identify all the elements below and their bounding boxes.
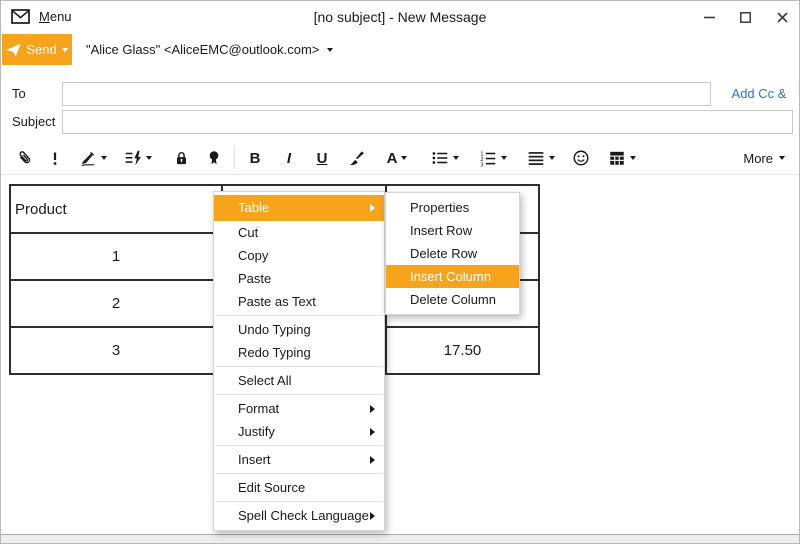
table-cell-product-header[interactable]: Product bbox=[9, 184, 223, 234]
menu-separator bbox=[215, 445, 383, 446]
numbered-list-button[interactable]: 123 bbox=[475, 144, 511, 172]
align-icon bbox=[528, 152, 544, 165]
envelope-icon bbox=[11, 9, 30, 24]
signature-caret bbox=[101, 156, 107, 160]
subject-label: Subject bbox=[12, 114, 56, 129]
bold-button[interactable]: B bbox=[244, 144, 266, 172]
table-cell[interactable]: 2 bbox=[9, 279, 223, 328]
quick-text-button[interactable] bbox=[119, 144, 157, 172]
table-cell[interactable]: 1 bbox=[9, 232, 223, 281]
insert-table-caret bbox=[630, 156, 636, 160]
signature-button[interactable] bbox=[75, 144, 111, 172]
from-account-selector[interactable]: "Alice Glass" <AliceEMC@outlook.com> bbox=[86, 34, 334, 65]
submenu-item-delete-column[interactable]: Delete Column bbox=[386, 288, 519, 311]
lock-icon bbox=[176, 152, 186, 165]
to-input[interactable] bbox=[62, 82, 711, 106]
maximize-icon bbox=[739, 11, 751, 23]
submenu-arrow-icon bbox=[370, 204, 375, 212]
paperclip-icon bbox=[19, 151, 31, 164]
font-caret bbox=[401, 156, 408, 160]
numbered-list-icon: 123 bbox=[480, 151, 496, 167]
close-button[interactable] bbox=[769, 1, 795, 33]
menu-item-paste[interactable]: Paste bbox=[214, 267, 384, 290]
italic-button[interactable]: I bbox=[279, 144, 299, 172]
format-painter-button[interactable] bbox=[344, 144, 368, 172]
alignment-button[interactable] bbox=[523, 144, 559, 172]
from-address: "Alice Glass" <AliceEMC@outlook.com> bbox=[86, 42, 320, 57]
menu-item-insert[interactable]: Insert bbox=[214, 448, 384, 471]
badge-icon bbox=[209, 151, 219, 165]
submenu-arrow-icon bbox=[370, 404, 375, 413]
quick-text-caret bbox=[146, 156, 152, 160]
maximize-button[interactable] bbox=[732, 1, 758, 33]
window-title: [no subject] - New Message bbox=[313, 9, 487, 25]
menu-button[interactable]: Menu bbox=[39, 1, 72, 33]
add-cc-bcc-link[interactable]: Add Cc & Bcc bbox=[719, 82, 799, 125]
quick-text-icon bbox=[125, 150, 141, 166]
submenu-item-insert-column[interactable]: Insert Column bbox=[386, 265, 519, 288]
menu-item-select-all[interactable]: Select All bbox=[214, 369, 384, 392]
menu-separator bbox=[215, 315, 383, 316]
from-dropdown-caret bbox=[327, 47, 334, 52]
submenu-item-delete-row[interactable]: Delete Row bbox=[386, 242, 519, 265]
title-bar: Menu [no subject] - New Message bbox=[1, 1, 799, 33]
menu-item-justify[interactable]: Justify bbox=[214, 420, 384, 443]
menu-separator bbox=[215, 366, 383, 367]
submenu-arrow-icon bbox=[370, 427, 375, 436]
send-dropdown-caret bbox=[61, 47, 68, 52]
emoticon-button[interactable] bbox=[569, 144, 593, 172]
bulleted-list-icon bbox=[432, 152, 448, 164]
certificate-button[interactable] bbox=[203, 144, 225, 172]
send-plane-icon bbox=[6, 43, 21, 56]
menu-item-spell-check-language[interactable]: Spell Check Language bbox=[214, 504, 384, 527]
menu-separator bbox=[215, 394, 383, 395]
attach-button[interactable] bbox=[13, 144, 37, 172]
submenu-item-properties[interactable]: Properties bbox=[386, 196, 519, 219]
paintbrush-icon bbox=[349, 151, 364, 166]
menu-separator bbox=[215, 473, 383, 474]
subject-input[interactable] bbox=[62, 110, 793, 134]
menu-item-paste-as-text[interactable]: Paste as Text bbox=[214, 290, 384, 313]
menu-item-redo-typing[interactable]: Redo Typing bbox=[214, 341, 384, 364]
close-icon bbox=[776, 11, 788, 23]
bulleted-list-caret bbox=[453, 156, 459, 160]
underline-button[interactable]: U bbox=[311, 144, 333, 172]
alignment-caret bbox=[549, 156, 555, 160]
priority-button[interactable] bbox=[45, 144, 65, 172]
table-grid-icon bbox=[610, 151, 624, 165]
more-caret bbox=[779, 156, 785, 160]
menu-item-cut[interactable]: Cut bbox=[214, 221, 384, 244]
table-cell[interactable]: 3 bbox=[9, 326, 223, 375]
menu-item-copy[interactable]: Copy bbox=[214, 244, 384, 267]
menu-separator bbox=[215, 501, 383, 502]
submenu-arrow-icon bbox=[370, 455, 375, 464]
to-label: To bbox=[12, 86, 26, 101]
signature-pen-icon bbox=[81, 151, 95, 166]
table-submenu: Properties Insert Row Delete Row Insert … bbox=[385, 192, 520, 315]
numbered-list-caret bbox=[501, 156, 507, 160]
menu-item-undo-typing[interactable]: Undo Typing bbox=[214, 318, 384, 341]
context-menu: Table Cut Copy Paste Paste as Text Undo … bbox=[213, 191, 385, 531]
font-button[interactable]: A bbox=[379, 144, 415, 172]
formatting-toolbar: B I U A 123 More bbox=[1, 141, 799, 175]
send-button[interactable]: Send bbox=[2, 34, 72, 65]
exclamation-icon bbox=[53, 152, 57, 165]
svg-text:3: 3 bbox=[480, 163, 484, 167]
bulleted-list-button[interactable] bbox=[427, 144, 463, 172]
minimize-button[interactable] bbox=[696, 1, 722, 33]
submenu-arrow-icon bbox=[370, 511, 375, 520]
submenu-item-insert-row[interactable]: Insert Row bbox=[386, 219, 519, 242]
new-message-window: Menu [no subject] - New Message Send "Al… bbox=[0, 0, 800, 544]
status-bar bbox=[1, 534, 799, 543]
more-button[interactable]: More bbox=[743, 144, 785, 172]
menu-item-format[interactable]: Format bbox=[214, 397, 384, 420]
encrypt-button[interactable] bbox=[170, 144, 192, 172]
table-cell-price[interactable]: 17.50 bbox=[385, 326, 540, 375]
toolbar-separator bbox=[234, 146, 235, 170]
smiley-icon bbox=[573, 150, 589, 166]
menu-item-edit-source[interactable]: Edit Source bbox=[214, 476, 384, 499]
menu-item-table[interactable]: Table bbox=[214, 195, 384, 221]
insert-table-button[interactable] bbox=[603, 144, 641, 172]
minimize-icon bbox=[703, 16, 715, 18]
